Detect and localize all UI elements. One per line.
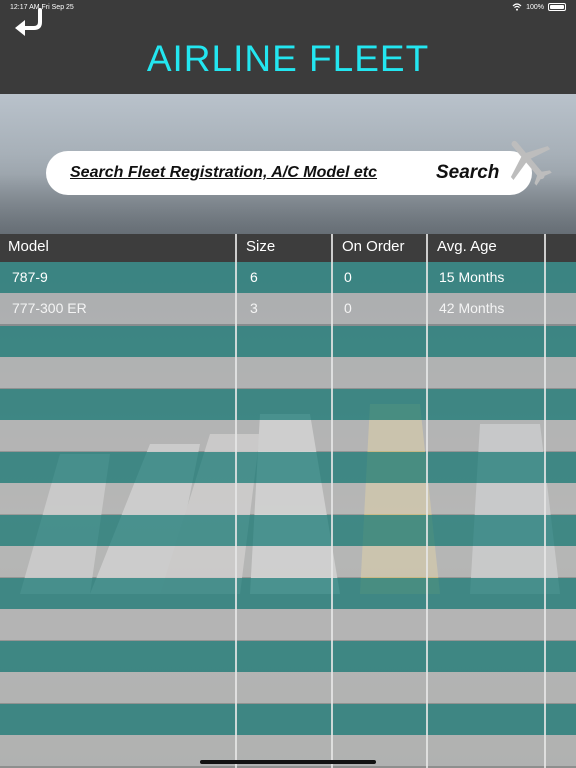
status-bar: 12:17 AM Fri Sep 25 100%	[0, 0, 576, 14]
battery-percent: 100%	[526, 3, 544, 11]
empty-table-row	[0, 452, 576, 483]
column-divider	[331, 234, 333, 768]
search-input[interactable]	[70, 158, 432, 188]
home-indicator[interactable]	[200, 760, 376, 764]
empty-table-row	[0, 672, 576, 703]
empty-table-row	[0, 515, 576, 546]
cell-avg-age: 42 Months	[439, 300, 505, 316]
battery-icon	[548, 3, 566, 11]
cell-avg-age: 15 Months	[439, 269, 505, 285]
column-header-on-order[interactable]: On Order	[334, 234, 405, 262]
cell-size: 6	[250, 269, 258, 285]
column-header-model[interactable]: Model	[0, 234, 49, 262]
back-button[interactable]	[12, 8, 48, 36]
empty-table-row	[0, 578, 576, 609]
empty-table-row	[0, 546, 576, 577]
fleet-table: Model Size On Order Avg. Age 787-9 6 0 1…	[0, 234, 576, 768]
airplane-icon	[510, 140, 552, 186]
empty-table-row	[0, 704, 576, 735]
empty-table-row	[0, 420, 576, 451]
column-divider	[426, 234, 428, 768]
empty-table-row	[0, 483, 576, 514]
column-divider	[544, 234, 546, 768]
cell-on-order: 0	[344, 300, 352, 316]
column-header-size[interactable]: Size	[238, 234, 275, 262]
empty-table-row	[0, 609, 576, 640]
table-row[interactable]: 777-300 ER 3 0 42 Months	[0, 293, 576, 324]
empty-table-row	[0, 326, 576, 357]
cell-model: 777-300 ER	[12, 300, 87, 316]
search-bar: Search	[46, 151, 532, 195]
table-row[interactable]: 787-9 6 0 15 Months	[0, 262, 576, 293]
column-header-avg-age[interactable]: Avg. Age	[429, 234, 497, 262]
wifi-icon	[512, 3, 522, 11]
empty-table-row	[0, 389, 576, 420]
table-header: Model Size On Order Avg. Age	[0, 234, 576, 262]
back-arrow-icon	[15, 8, 42, 36]
page-title: AIRLINE FLEET	[146, 38, 430, 79]
cell-on-order: 0	[344, 269, 352, 285]
empty-table-row	[0, 357, 576, 388]
empty-table-row	[0, 641, 576, 672]
column-divider	[235, 234, 237, 768]
cell-size: 3	[250, 300, 258, 316]
cell-model: 787-9	[12, 269, 48, 285]
top-nav-bar: 12:17 AM Fri Sep 25 100% AIRLINE FLEET	[0, 0, 576, 94]
